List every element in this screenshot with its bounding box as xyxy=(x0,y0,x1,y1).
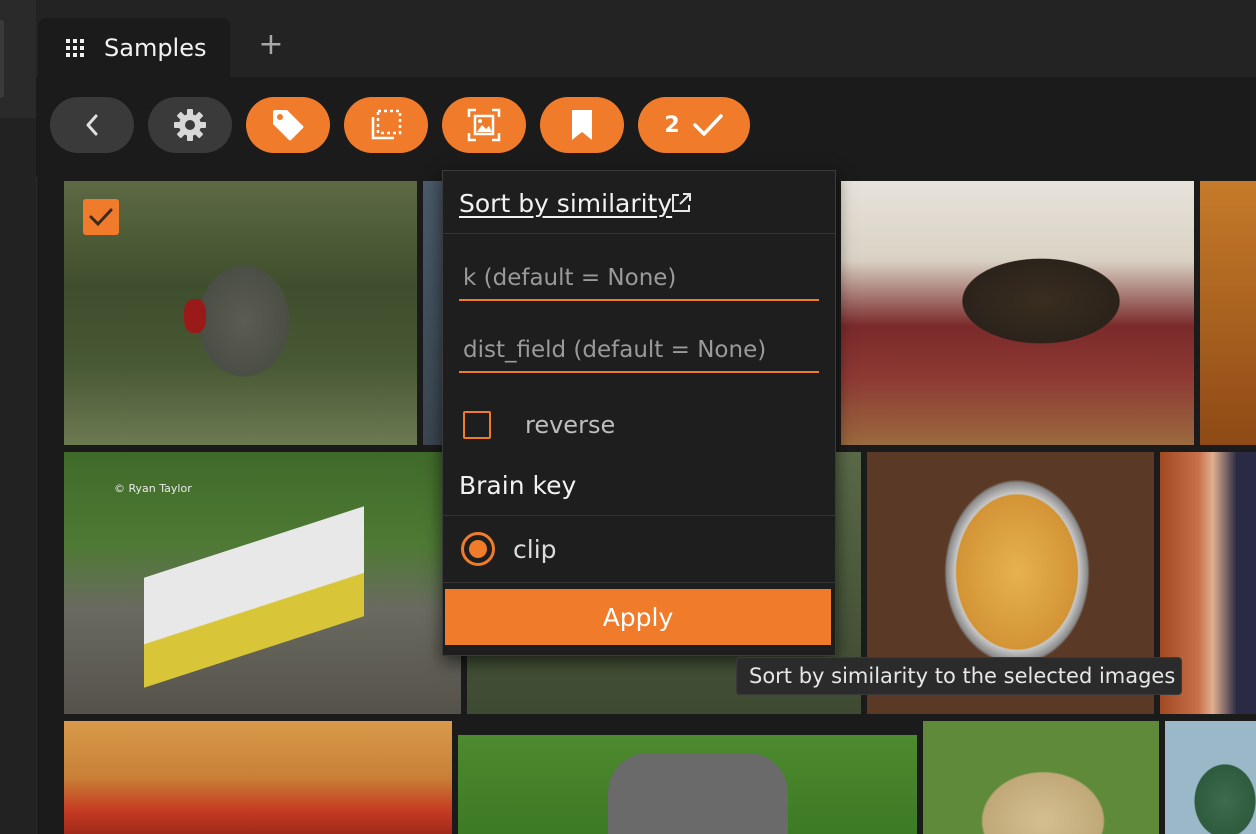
chicken-comb xyxy=(184,299,206,333)
sample-tile[interactable] xyxy=(841,181,1194,445)
settings-button[interactable] xyxy=(148,97,232,153)
dining-table-image xyxy=(64,721,452,834)
reverse-checkbox[interactable] xyxy=(463,411,491,439)
tooltip: Sort by similarity to the selected image… xyxy=(736,657,1182,695)
brain-key-option-clip[interactable]: clip xyxy=(443,515,835,583)
dogs-silhouette xyxy=(608,753,788,834)
tag-icon xyxy=(273,110,304,141)
tab-label: Samples xyxy=(104,33,207,62)
sample-select-checkbox[interactable] xyxy=(83,199,119,235)
k-field[interactable] xyxy=(459,255,825,301)
tab-bar: Samples + xyxy=(36,0,1256,77)
tab-samples[interactable]: Samples xyxy=(38,18,230,77)
chevron-left-icon xyxy=(86,114,98,136)
sample-tile[interactable] xyxy=(64,181,417,445)
selected-count-button[interactable]: 2 xyxy=(638,97,750,153)
brain-key-heading: Brain key xyxy=(459,471,577,500)
checkmark-icon xyxy=(692,114,723,136)
patches-button[interactable] xyxy=(344,97,428,153)
sort-by-similarity-popover: Sort by similarity reverse Brain key cli… xyxy=(442,170,836,656)
left-sidebar xyxy=(0,0,37,834)
dist-field-field[interactable] xyxy=(459,327,825,373)
crop-select-icon xyxy=(371,109,402,140)
back-button[interactable] xyxy=(50,97,134,153)
new-tab-button[interactable]: + xyxy=(258,30,284,60)
selection-count: 2 xyxy=(664,112,680,138)
grid-icon xyxy=(66,38,84,57)
sidebar-resize-handle[interactable] xyxy=(0,20,4,98)
sample-tile[interactable] xyxy=(64,721,452,834)
tag-button[interactable] xyxy=(246,97,330,153)
brain-key-radio[interactable] xyxy=(461,532,495,566)
gear-icon xyxy=(174,109,206,141)
bookmark-button[interactable] xyxy=(540,97,624,153)
sample-tile[interactable] xyxy=(1165,721,1256,834)
reverse-option[interactable]: reverse xyxy=(463,407,615,443)
external-link-icon[interactable] xyxy=(669,191,693,215)
popover-title-link[interactable]: Sort by similarity xyxy=(459,189,672,218)
brain-key-option-label: clip xyxy=(513,534,557,564)
sample-tile[interactable] xyxy=(458,735,917,834)
sample-tile[interactable]: © Ryan Taylor xyxy=(64,452,461,714)
checkmark-icon xyxy=(89,208,113,227)
dist-field-input[interactable] xyxy=(459,327,825,373)
sample-tile[interactable] xyxy=(923,721,1159,834)
photo-watermark: © Ryan Taylor xyxy=(114,482,192,495)
k-input[interactable] xyxy=(459,255,825,301)
toolbar: 2 xyxy=(36,77,1256,177)
bookmark-icon xyxy=(572,110,592,140)
teal-toy-image xyxy=(1165,721,1256,834)
reverse-label: reverse xyxy=(525,411,616,439)
image-frame-icon xyxy=(467,108,501,142)
cat-on-rug-image xyxy=(841,181,1194,445)
image-view-button[interactable] xyxy=(442,97,526,153)
bear-image xyxy=(923,721,1159,834)
sidebar-top-panel xyxy=(0,0,36,118)
apply-button[interactable]: Apply xyxy=(445,589,831,645)
sample-tile[interactable] xyxy=(1200,181,1256,445)
popover-header: Sort by similarity xyxy=(443,171,835,234)
food-plate-image xyxy=(1200,181,1256,445)
